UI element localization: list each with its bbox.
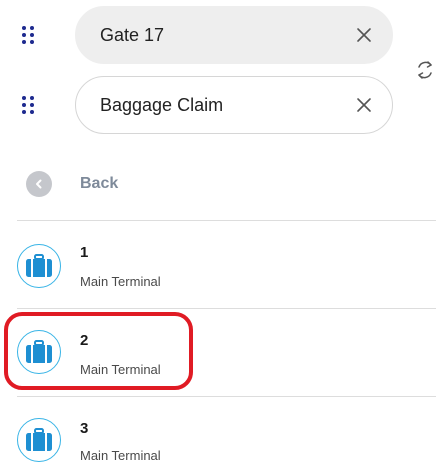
- from-field[interactable]: Gate 17: [75, 6, 393, 64]
- result-subtitle: Main Terminal: [80, 362, 161, 377]
- divider: [17, 220, 436, 221]
- to-field-value[interactable]: Baggage Claim: [100, 95, 352, 116]
- divider: [17, 396, 436, 397]
- divider: [17, 308, 436, 309]
- swap-icon[interactable]: [414, 56, 436, 84]
- route-row-to: Baggage Claim: [0, 76, 400, 136]
- result-subtitle: Main Terminal: [80, 274, 161, 289]
- suitcase-icon: [17, 330, 61, 374]
- drag-handle-icon[interactable]: [22, 96, 36, 116]
- chevron-left-icon: [26, 171, 52, 197]
- list-item[interactable]: 2 Main Terminal: [0, 310, 436, 396]
- back-label: Back: [80, 175, 119, 192]
- suitcase-icon: [17, 418, 61, 462]
- result-subtitle: Main Terminal: [80, 448, 161, 463]
- route-row-from: Gate 17: [0, 6, 400, 66]
- navigation-panel: Gate 17 Baggage Claim Back 1 Main Termin…: [0, 0, 436, 465]
- from-field-value[interactable]: Gate 17: [100, 25, 352, 46]
- list-item[interactable]: 1 Main Terminal: [0, 222, 436, 308]
- suitcase-icon: [17, 244, 61, 288]
- to-field[interactable]: Baggage Claim: [75, 76, 393, 134]
- result-title: 2: [80, 332, 89, 349]
- result-title: 3: [80, 420, 89, 437]
- drag-handle-icon[interactable]: [22, 26, 36, 46]
- back-button[interactable]: Back: [26, 170, 118, 198]
- close-icon[interactable]: [352, 23, 376, 47]
- close-icon[interactable]: [352, 93, 376, 117]
- list-item[interactable]: 3 Main Terminal: [0, 398, 436, 465]
- result-title: 1: [80, 244, 89, 261]
